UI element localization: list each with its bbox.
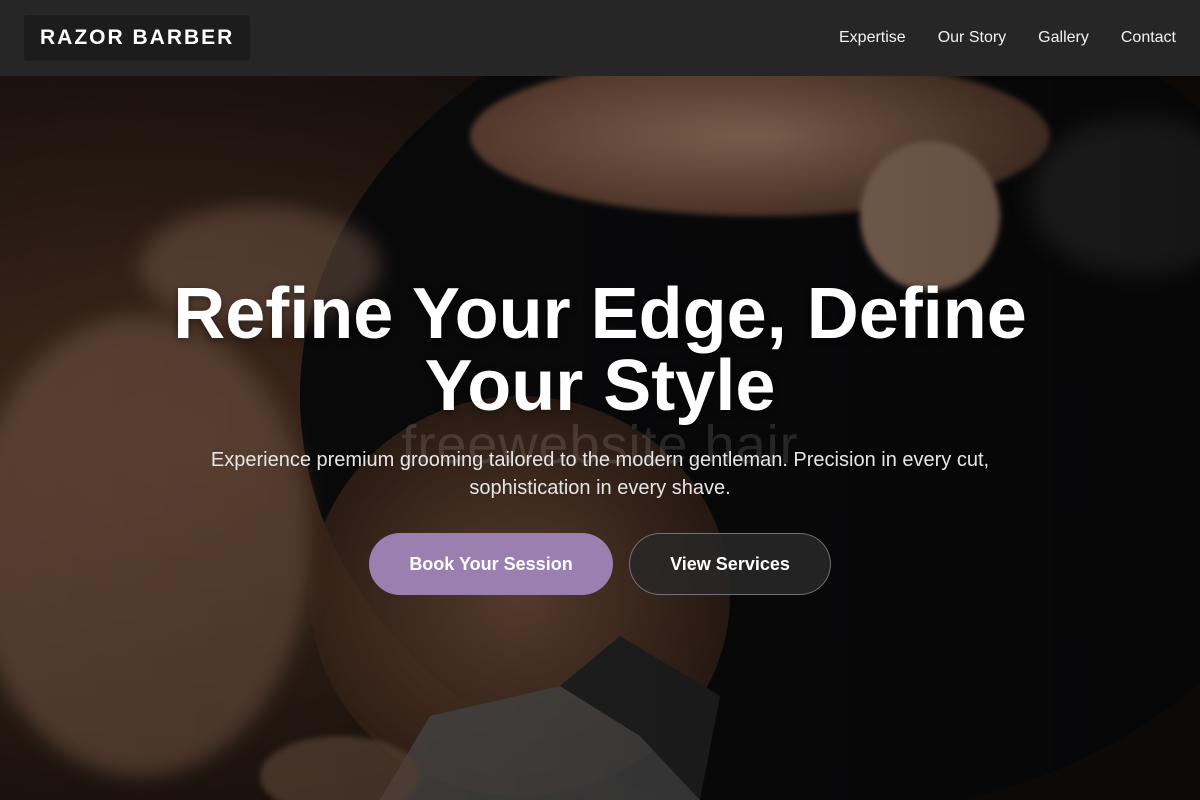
nav-link-contact[interactable]: Contact xyxy=(1121,29,1176,47)
page: RAZOR BARBER Expertise Our Story Gallery… xyxy=(0,0,1200,800)
book-session-button[interactable]: Book Your Session xyxy=(369,533,613,595)
site-header: RAZOR BARBER Expertise Our Story Gallery… xyxy=(0,0,1200,76)
hero-headline: Refine Your Edge, Define Your Style xyxy=(173,274,1027,426)
brand-logo[interactable]: RAZOR BARBER xyxy=(24,15,251,61)
hero-subtext: Experience premium grooming tailored to … xyxy=(210,449,990,499)
nav-link-expertise[interactable]: Expertise xyxy=(839,29,906,47)
main-nav: Expertise Our Story Gallery Contact xyxy=(839,29,1176,47)
view-services-button[interactable]: View Services xyxy=(629,533,831,595)
hero-buttons: Book Your Session View Services xyxy=(0,533,1200,595)
hero-section: freewebsite.hair Refine Your Edge, Defin… xyxy=(0,76,1200,800)
hero-content: freewebsite.hair Refine Your Edge, Defin… xyxy=(0,76,1200,800)
nav-link-our-story[interactable]: Our Story xyxy=(938,29,1006,47)
nav-link-gallery[interactable]: Gallery xyxy=(1038,29,1089,47)
